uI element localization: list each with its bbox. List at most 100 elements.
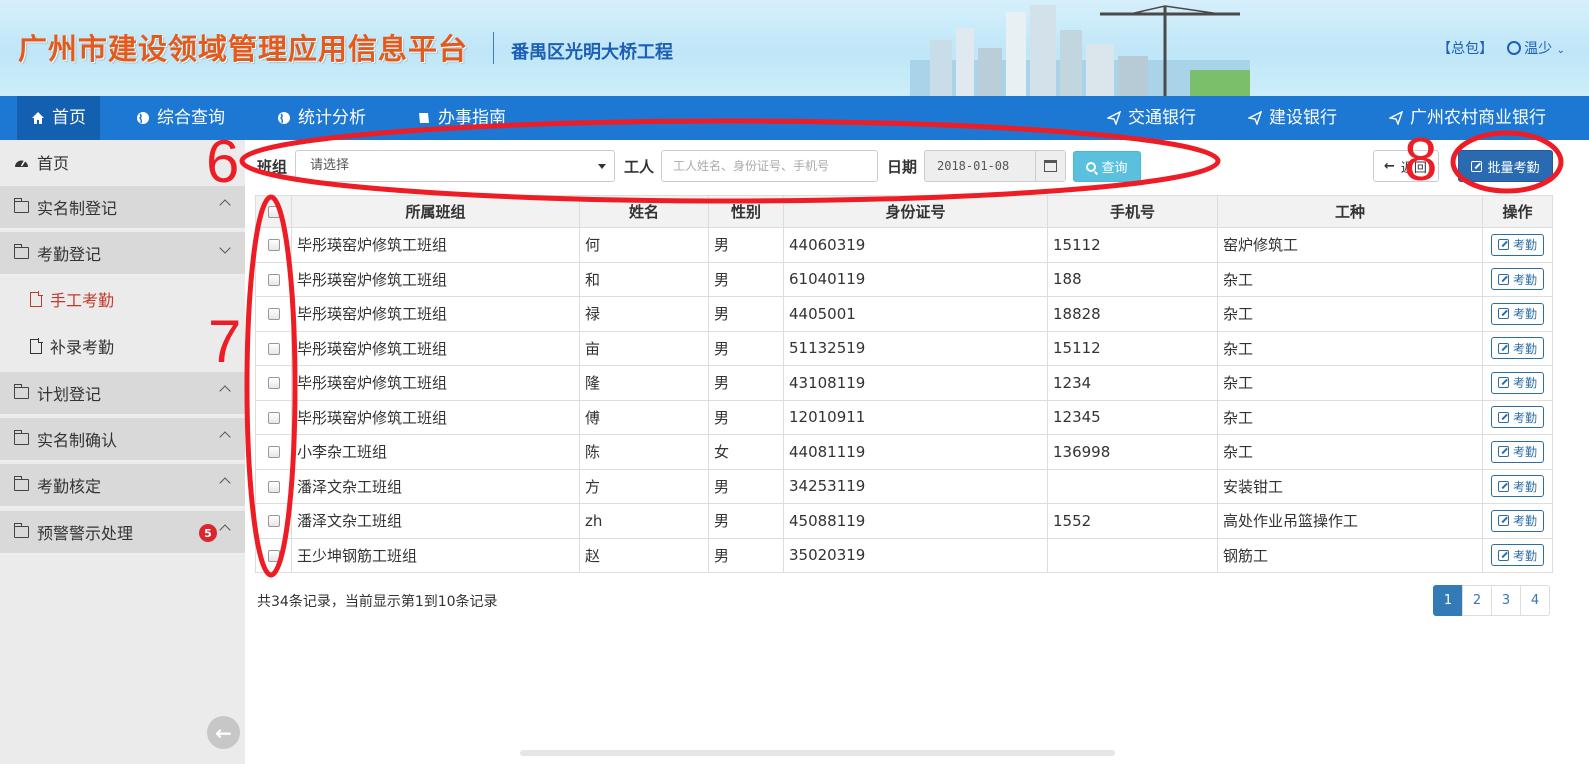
calendar-button[interactable] — [1035, 151, 1065, 181]
nav-bank-ccb[interactable]: 建设银行 — [1248, 96, 1337, 140]
nav-statistics[interactable]: 统计分析 — [277, 96, 366, 140]
id-number-cell: 43108119 — [783, 365, 1048, 401]
trade-cell: 杂工 — [1217, 330, 1483, 366]
file-icon — [30, 291, 43, 307]
globe-icon — [137, 112, 149, 124]
sidebar-item-realname-confirm[interactable]: 实名制确认 — [0, 418, 245, 462]
row-select-cell — [255, 330, 292, 366]
table-row: 毕彤瑛窑炉修筑工班组何男 44060319 15112 窑炉修筑工 考勤 — [255, 227, 1553, 263]
row-checkbox[interactable] — [267, 342, 280, 355]
row-checkbox[interactable] — [267, 377, 280, 390]
attendance-button[interactable]: 考勤 — [1490, 440, 1544, 463]
action-cell: 考勤 — [1482, 503, 1553, 539]
date-value: 2018-01-08 — [937, 159, 1010, 173]
attendance-button[interactable]: 考勤 — [1490, 475, 1544, 498]
row-checkbox[interactable] — [267, 239, 280, 252]
package-link[interactable]: 【总包】 — [1437, 38, 1493, 58]
sidebar-subitem-label: 手工考勤 — [50, 291, 115, 310]
batch-attendance-button[interactable]: 批量考勤 — [1458, 150, 1553, 182]
user-name: 温少 — [1524, 41, 1553, 57]
trade-cell: 钢筋工 — [1217, 537, 1483, 573]
action-cell: 考勤 — [1482, 261, 1553, 297]
table-row: 王少坤钢筋工班组赵男 35020319 钢筋工 考勤 — [255, 537, 1553, 573]
sidebar-item-warning[interactable]: 预警警示处理 5 — [0, 511, 245, 555]
page-button[interactable]: 1 — [1433, 585, 1463, 616]
table-row: 毕彤瑛窑炉修筑工班组隆男 43108119 1234 杂工 考勤 — [255, 365, 1553, 401]
sidebar-item-label: 考勤登记 — [37, 245, 102, 264]
sidebar-item-attendance-register[interactable]: 考勤登记 — [0, 232, 245, 276]
column-header[interactable]: 性别 — [708, 195, 784, 228]
search-button[interactable]: 查询 — [1073, 151, 1141, 182]
worker-table: 所属班组 姓名 性别 身份证号 手机号 工种 操作 毕彤瑛窑炉修筑工班组何男 44… — [255, 195, 1553, 573]
sidebar-subitem-label: 补录考勤 — [50, 338, 115, 357]
row-checkbox[interactable] — [267, 446, 280, 459]
page-button[interactable]: 2 — [1462, 585, 1492, 616]
column-header[interactable]: 工种 — [1217, 195, 1483, 228]
phone-cell: 15112 — [1047, 227, 1218, 263]
arrow-left-icon: ← — [1384, 158, 1395, 174]
folder-icon — [13, 384, 29, 399]
id-number-cell: 61040119 — [783, 261, 1048, 297]
nav-home[interactable]: 首页 — [17, 96, 100, 140]
attendance-button[interactable]: 考勤 — [1490, 544, 1544, 567]
edit-icon — [1471, 160, 1483, 172]
table-header-row: 所属班组 姓名 性别 身份证号 手机号 工种 操作 — [255, 195, 1553, 228]
collapse-sidebar-button[interactable]: ← — [207, 716, 240, 749]
team-select[interactable]: 请选择 — [295, 150, 615, 182]
chevron-up-icon — [219, 524, 231, 536]
row-select-cell — [255, 365, 292, 401]
attendance-button[interactable]: 考勤 — [1490, 337, 1544, 360]
column-header[interactable]: 身份证号 — [783, 195, 1048, 228]
trade-cell: 杂工 — [1217, 296, 1483, 332]
date-label: 日期 — [887, 158, 918, 176]
id-number-cell: 34253119 — [783, 468, 1048, 504]
worker-search-input[interactable] — [661, 150, 878, 182]
attendance-button[interactable]: 考勤 — [1490, 268, 1544, 291]
horizontal-scrollbar[interactable] — [520, 750, 1115, 756]
nav-guide[interactable]: 办事指南 — [417, 96, 506, 140]
select-all-checkbox[interactable] — [267, 206, 280, 218]
attendance-button[interactable]: 考勤 — [1490, 406, 1544, 429]
action-cell: 考勤 — [1482, 434, 1553, 470]
user-menu[interactable]: 温少 ⌄ — [1507, 38, 1565, 58]
column-header[interactable]: 姓名 — [579, 195, 709, 228]
chevron-down-icon — [219, 242, 231, 254]
attendance-button[interactable]: 考勤 — [1490, 233, 1544, 256]
row-checkbox[interactable] — [267, 273, 280, 286]
row-checkbox[interactable] — [267, 411, 280, 424]
action-cell: 考勤 — [1482, 330, 1553, 366]
column-header[interactable]: 所属班组 — [291, 195, 580, 228]
attendance-button[interactable]: 考勤 — [1490, 509, 1544, 532]
sidebar-item-attendance-verify[interactable]: 考勤核定 — [0, 464, 245, 508]
page-button[interactable]: 3 — [1491, 585, 1521, 616]
header-divider — [493, 32, 494, 64]
sidebar-item-plan-register[interactable]: 计划登记 — [0, 372, 245, 416]
attendance-button[interactable]: 考勤 — [1490, 302, 1544, 325]
calendar-icon — [1044, 160, 1057, 172]
record-summary: 共34条记录，当前显示第1到10条记录 — [257, 594, 498, 610]
attendance-button-label: 考勤 — [1512, 376, 1537, 391]
table-row: 毕彤瑛窑炉修筑工班组傅男 12010911 12345 杂工 考勤 — [255, 399, 1553, 435]
attendance-button-label: 考勤 — [1512, 514, 1537, 529]
project-title: 番禺区光明大桥工程 — [511, 42, 673, 63]
attendance-button[interactable]: 考勤 — [1490, 371, 1544, 394]
edit-icon — [1497, 308, 1509, 320]
sidebar-item-label: 考勤核定 — [37, 477, 102, 496]
column-header[interactable]: 手机号 — [1047, 195, 1218, 228]
chevron-up-icon — [219, 431, 231, 443]
gender-cell: 男 — [708, 399, 784, 435]
nav-guide-label: 办事指南 — [438, 108, 506, 128]
page-button[interactable]: 4 — [1520, 585, 1550, 616]
nav-bank-comm[interactable]: 交通银行 — [1107, 96, 1196, 140]
team-cell: 毕彤瑛窑炉修筑工班组 — [291, 296, 580, 332]
row-checkbox[interactable] — [267, 515, 280, 528]
row-checkbox[interactable] — [267, 549, 280, 562]
table-row: 潘泽文杂工班组方男 34253119 安装钳工 考勤 — [255, 468, 1553, 504]
row-checkbox[interactable] — [267, 308, 280, 321]
page-header: 广州市建设领域管理应用信息平台 番禺区光明大桥工程 【总包】 温少 ⌄ — [0, 0, 1589, 96]
row-select-cell — [255, 261, 292, 297]
date-field[interactable]: 2018-01-08 — [924, 150, 1066, 182]
gender-cell: 男 — [708, 261, 784, 297]
row-checkbox[interactable] — [267, 480, 280, 493]
row-select-cell — [255, 537, 292, 573]
